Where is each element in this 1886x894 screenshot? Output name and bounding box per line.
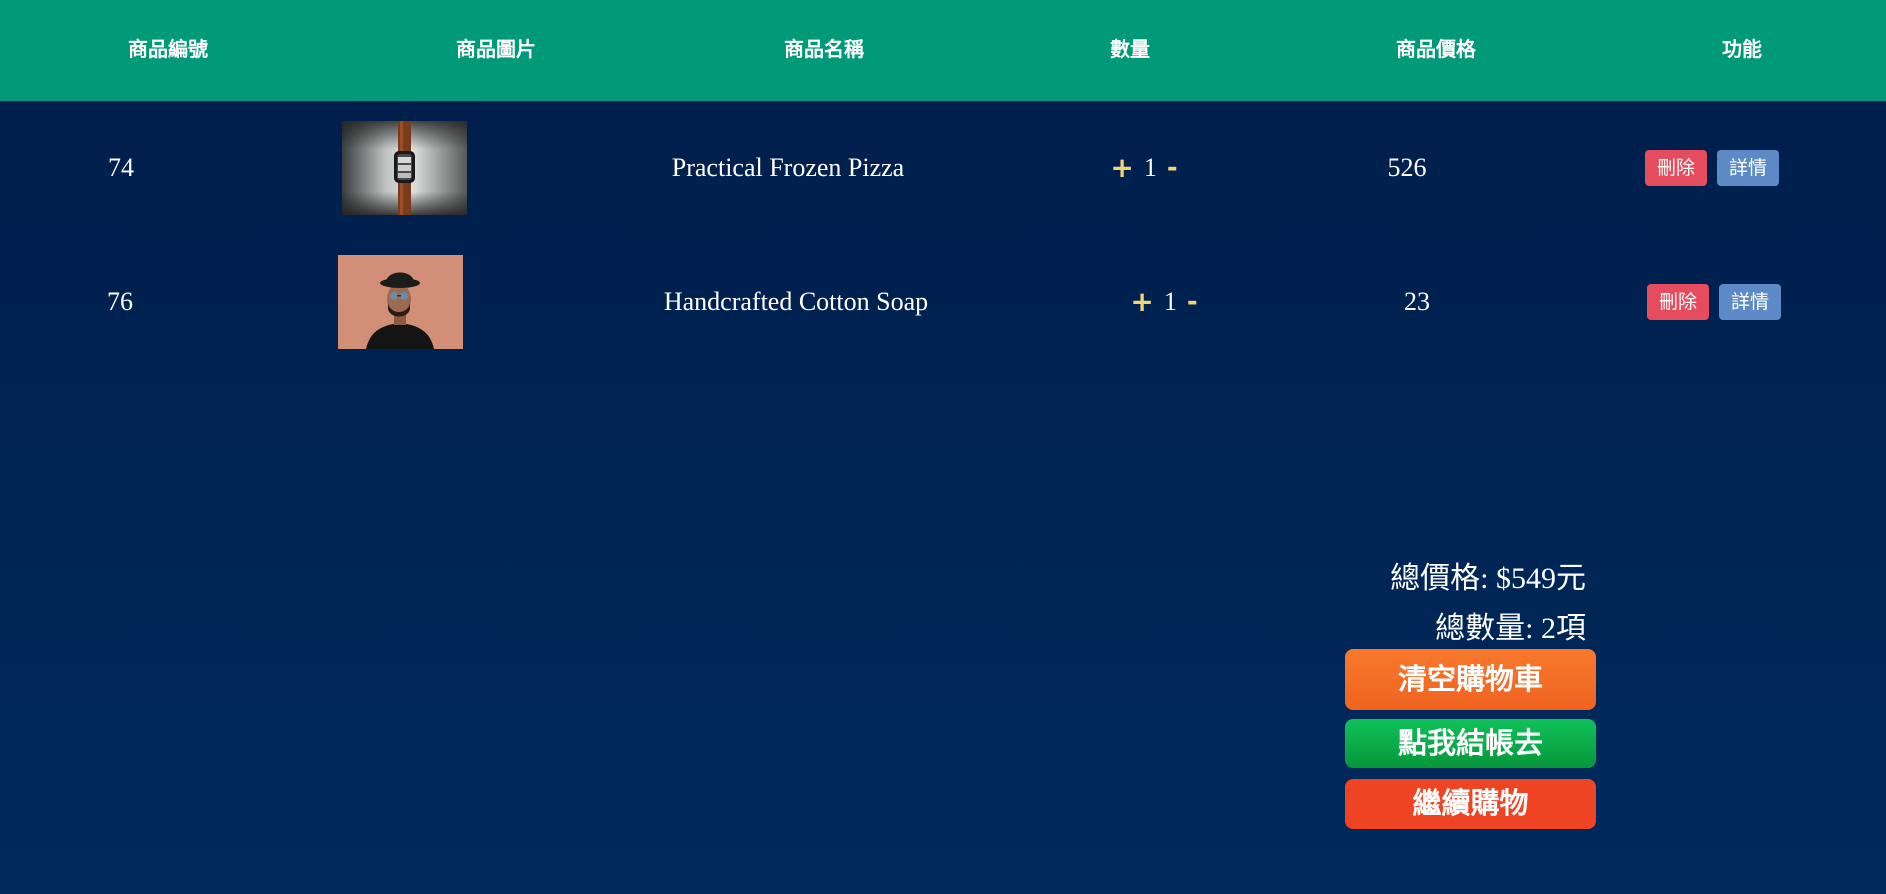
detail-button[interactable]: 詳情 [1719,284,1782,320]
decrease-quantity-button[interactable]: - [1187,289,1198,315]
checkout-button[interactable]: 點我結帳去 [1345,719,1596,768]
increase-quantity-button[interactable]: + [1130,288,1153,316]
cart-table-header: 商品編號 商品圖片 商品名稱 數量 商品價格 功能 [0,0,1886,101]
quantity-value: 1 [1163,287,1177,316]
quantity-value: 1 [1143,153,1157,182]
increase-quantity-button[interactable]: + [1110,154,1133,182]
decrease-quantity-button[interactable]: - [1167,155,1178,181]
detail-button[interactable]: 詳情 [1717,150,1780,186]
product-price: 526 [1387,153,1427,182]
clear-cart-button[interactable]: 清空購物車 [1345,649,1596,710]
product-id: 74 [108,153,134,182]
quantity-stepper: + 1 - [1110,153,1177,183]
product-price: 23 [1404,287,1430,316]
header-product-image: 商品圖片 [456,37,536,61]
product-name: Handcrafted Cotton Soap [663,287,929,316]
header-actions: 功能 [1722,37,1762,61]
header-quantity: 數量 [1110,37,1150,61]
total-count: 總數量: 2項 [1435,612,1586,645]
delete-button[interactable]: 刪除 [1647,284,1710,320]
total-price: 總價格: $549元 [1390,562,1586,595]
header-product-name: 商品名稱 [784,37,864,61]
watch-photo-image [342,121,467,215]
product-id: 76 [107,287,133,316]
quantity-stepper: + 1 - [1130,287,1197,317]
header-product-price: 商品價格 [1396,37,1476,61]
product-thumbnail-watch [342,121,467,215]
product-name: Practical Frozen Pizza [671,153,905,182]
continue-shopping-button[interactable]: 繼續購物 [1345,779,1596,829]
header-product-id: 商品編號 [128,37,208,61]
product-thumbnail-man [338,255,463,349]
man-in-hat-photo-image [338,255,463,349]
delete-button[interactable]: 刪除 [1645,150,1708,186]
